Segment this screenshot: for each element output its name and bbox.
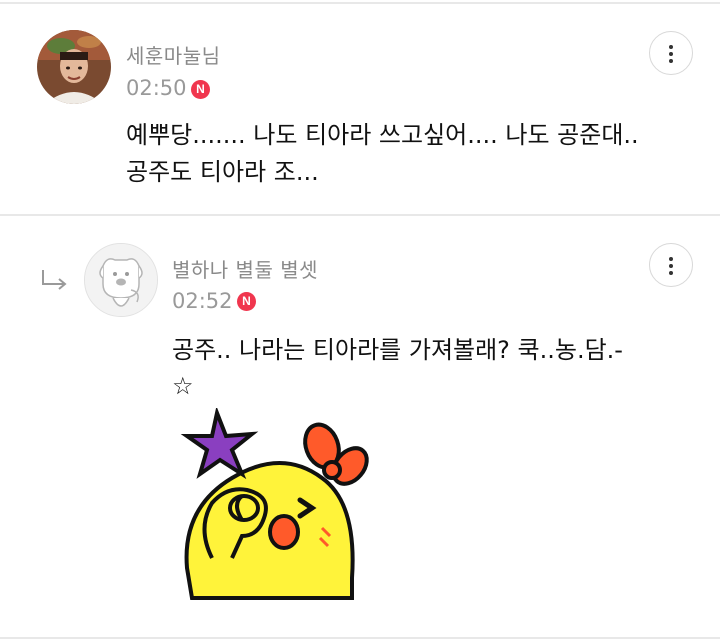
more-options-button[interactable]	[649, 31, 693, 75]
new-badge: N	[237, 292, 256, 311]
author-name[interactable]: 별하나 별둘 별셋	[172, 254, 318, 283]
avatar[interactable]	[84, 243, 158, 317]
comment-text-line: 공주.. 나라는 티아라를 가져볼래? 쿡..농.담.-	[172, 336, 623, 364]
yellow-chick-wink-sticker	[180, 408, 369, 600]
reply-arrow-icon	[42, 270, 67, 290]
author-name[interactable]: 세훈마눌님	[126, 40, 221, 69]
comment-time: 02:50	[126, 76, 187, 100]
more-options-button[interactable]	[649, 243, 693, 287]
comment-text-line: 예뿌당....... 나도 티아라 쓰고싶어.... 나도 공준대..	[126, 121, 639, 149]
comment-item: 세훈마눌님 02:50 N 예뿌당....... 나도 티아라 쓰고싶어....…	[0, 0, 720, 214]
new-badge: N	[191, 80, 210, 99]
comment-text-line: 공주도 티아라 조...	[126, 158, 319, 186]
reply-comment-item: 별하나 별둘 별셋 02:52 N 공주.. 나라는 티아라를 가져볼래? 쿡.…	[0, 216, 720, 636]
comment-time: 02:52	[172, 289, 233, 313]
bottom-divider	[0, 637, 720, 639]
avatar[interactable]	[37, 30, 111, 104]
comment-text-line: ☆	[172, 372, 194, 400]
